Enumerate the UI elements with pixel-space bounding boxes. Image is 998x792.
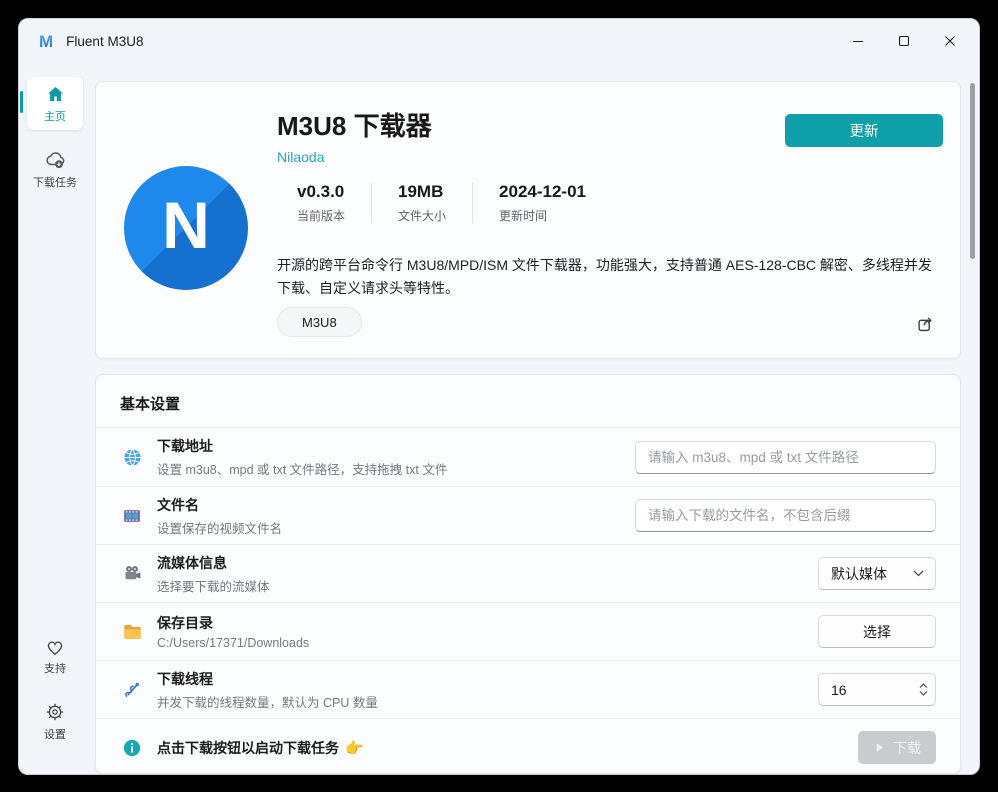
page-title: M3U8 下载器 xyxy=(277,106,432,143)
row-text: 流媒体信息 选择要下载的流媒体 xyxy=(157,553,270,595)
tag-chip-m3u8: M3U8 xyxy=(277,307,362,337)
info-icon xyxy=(123,739,141,757)
stat-version: v0.3.0 当前版本 xyxy=(297,182,345,224)
row-title: 下载地址 xyxy=(157,436,447,456)
app-logo: N xyxy=(124,166,248,290)
stat-divider xyxy=(371,183,372,223)
row-text: 保存目录 C:/Users/17371/Downloads xyxy=(157,613,309,650)
main-content: N M3U8 下载器 Nilaoda 更新 v0.3.0 当前版本 19MB 文… xyxy=(91,63,979,774)
row-title: 流媒体信息 xyxy=(157,553,270,573)
app-card: N M3U8 下载器 Nilaoda 更新 v0.3.0 当前版本 19MB 文… xyxy=(95,81,961,359)
film-icon xyxy=(120,506,144,526)
row-subtitle: C:/Users/17371/Downloads xyxy=(157,636,309,650)
folder-icon xyxy=(120,622,144,641)
window-controls xyxy=(835,25,973,57)
row-text: 下载线程 并发下载的线程数量，默认为 CPU 数量 xyxy=(157,669,378,711)
row-subtitle: 设置保存的视频文件名 xyxy=(157,518,282,537)
setting-row-threads: 下载线程 并发下载的线程数量，默认为 CPU 数量 xyxy=(96,660,960,718)
settings-card: 基本设置 下载地址 设置 m3u8、mpd 或 txt 文件路径，支持拖拽 tx… xyxy=(95,374,961,774)
setting-row-filename: 文件名 设置保存的视频文件名 xyxy=(96,486,960,544)
row-title: 下载线程 xyxy=(157,669,378,689)
stat-size: 19MB 文件大小 xyxy=(398,182,446,224)
row-subtitle: 设置 m3u8、mpd 或 txt 文件路径，支持拖拽 txt 文件 xyxy=(157,459,447,478)
close-icon xyxy=(944,35,956,47)
share-button[interactable] xyxy=(912,310,940,338)
stat-date: 2024-12-01 更新时间 xyxy=(499,182,586,224)
maximize-icon xyxy=(898,35,910,47)
download-action-row: 点击下载按钮以启动下载任务 👉 下载 xyxy=(96,718,960,774)
row-text: 文件名 设置保存的视频文件名 xyxy=(157,495,282,537)
share-icon xyxy=(915,313,937,335)
app-window: M Fluent M3U8 主页 xyxy=(18,18,980,775)
app-title: Fluent M3U8 xyxy=(66,34,143,49)
sidebar-item-support[interactable]: 支持 xyxy=(27,629,83,682)
pointing-finger-icon: 👉 xyxy=(345,739,364,757)
sidebar-item-downloads[interactable]: 下载任务 xyxy=(27,142,83,196)
download-hint-text: 点击下载按钮以启动下载任务 xyxy=(157,738,339,758)
stat-value: v0.3.0 xyxy=(297,182,345,202)
sidebar-item-home[interactable]: 主页 xyxy=(27,77,83,130)
stat-value: 2024-12-01 xyxy=(499,182,586,202)
titlebar: M Fluent M3U8 xyxy=(19,19,979,63)
sidebar: 主页 下载任务 支持 设置 xyxy=(19,63,91,774)
download-button[interactable]: 下载 xyxy=(858,731,936,764)
app-logo-icon: M xyxy=(39,33,53,50)
download-button-label: 下载 xyxy=(893,738,921,758)
stat-value: 19MB xyxy=(398,182,446,202)
play-icon xyxy=(873,741,886,754)
active-indicator xyxy=(20,91,23,113)
stat-label: 更新时间 xyxy=(499,207,586,224)
globe-icon xyxy=(120,447,144,468)
minimize-icon xyxy=(852,35,864,47)
stat-label: 当前版本 xyxy=(297,207,345,224)
row-text: 下载地址 设置 m3u8、mpd 或 txt 文件路径，支持拖拽 txt 文件 xyxy=(157,436,447,478)
sidebar-item-label: 设置 xyxy=(44,726,66,742)
home-icon xyxy=(45,84,66,105)
row-subtitle: 选择要下载的流媒体 xyxy=(157,576,270,595)
heart-icon xyxy=(44,636,66,657)
setting-row-save-folder: 保存目录 C:/Users/17371/Downloads 选择 xyxy=(96,602,960,660)
media-select-value: 默认媒体 xyxy=(831,564,887,584)
stat-label: 文件大小 xyxy=(398,207,446,224)
thread-count-stepper xyxy=(818,673,936,706)
stat-divider xyxy=(472,183,473,223)
app-logo-letter: N xyxy=(162,192,210,264)
author-link[interactable]: Nilaoda xyxy=(277,149,324,165)
setting-row-download-url: 下载地址 设置 m3u8、mpd 或 txt 文件路径，支持拖拽 txt 文件 xyxy=(96,428,960,486)
app-stats: v0.3.0 当前版本 19MB 文件大小 2024-12-01 更新时间 xyxy=(297,182,586,224)
sidebar-item-label: 下载任务 xyxy=(33,174,77,190)
maximize-button[interactable] xyxy=(881,25,927,57)
spinner-down-icon[interactable] xyxy=(919,690,928,696)
sidebar-item-settings[interactable]: 设置 xyxy=(27,694,83,748)
cloud-download-icon xyxy=(43,149,68,171)
row-title: 文件名 xyxy=(157,495,282,515)
media-select[interactable]: 默认媒体 xyxy=(818,557,936,590)
chevron-down-icon xyxy=(913,570,924,577)
minimize-button[interactable] xyxy=(835,25,881,57)
gear-icon xyxy=(44,701,66,723)
close-button[interactable] xyxy=(927,25,973,57)
row-title: 保存目录 xyxy=(157,613,309,633)
row-subtitle: 并发下载的线程数量，默认为 CPU 数量 xyxy=(157,692,378,711)
choose-folder-button[interactable]: 选择 xyxy=(818,615,936,648)
setting-row-media: 流媒体信息 选择要下载的流媒体 默认媒体 xyxy=(96,544,960,602)
settings-header: 基本设置 xyxy=(96,375,960,427)
thread-count-input[interactable] xyxy=(831,682,901,698)
update-button[interactable]: 更新 xyxy=(785,114,943,147)
movie-camera-icon xyxy=(120,563,144,584)
sidebar-item-label: 支持 xyxy=(44,660,66,676)
app-description: 开源的跨平台命令行 M3U8/MPD/ISM 文件下载器，功能强大，支持普通 A… xyxy=(277,254,945,299)
thread-icon xyxy=(120,680,144,700)
spinner-up-icon[interactable] xyxy=(919,683,928,689)
download-url-input[interactable] xyxy=(635,441,936,474)
vertical-scrollbar[interactable] xyxy=(970,83,975,259)
filename-input[interactable] xyxy=(635,499,936,532)
sidebar-item-label: 主页 xyxy=(44,108,66,124)
